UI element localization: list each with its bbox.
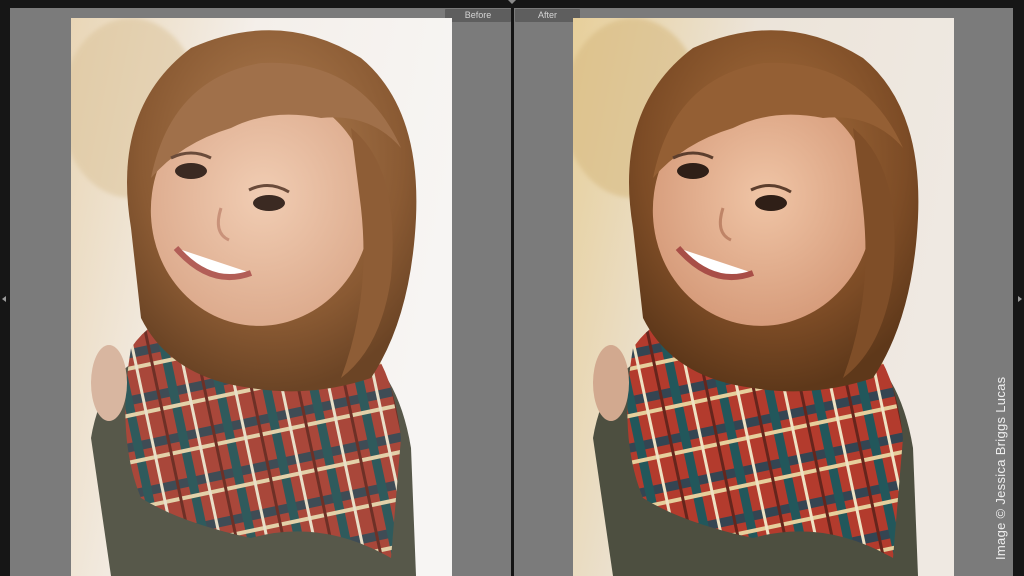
pane-divider[interactable] [511,8,514,576]
before-photo[interactable] [71,18,452,576]
right-panel-toggle-icon[interactable] [1018,296,1022,302]
before-after-viewer: Before After Image © Jessica Briggs Luca… [0,0,1024,576]
after-photo[interactable] [573,18,954,576]
photographer-watermark: Image © Jessica Briggs Lucas [993,376,1008,560]
before-label: Before [445,9,511,22]
after-label: After [515,9,580,22]
before-photo-image [71,18,452,576]
top-panel-toggle-icon[interactable] [508,0,516,4]
after-photo-image [573,18,954,576]
left-panel-toggle-icon[interactable] [2,296,6,302]
